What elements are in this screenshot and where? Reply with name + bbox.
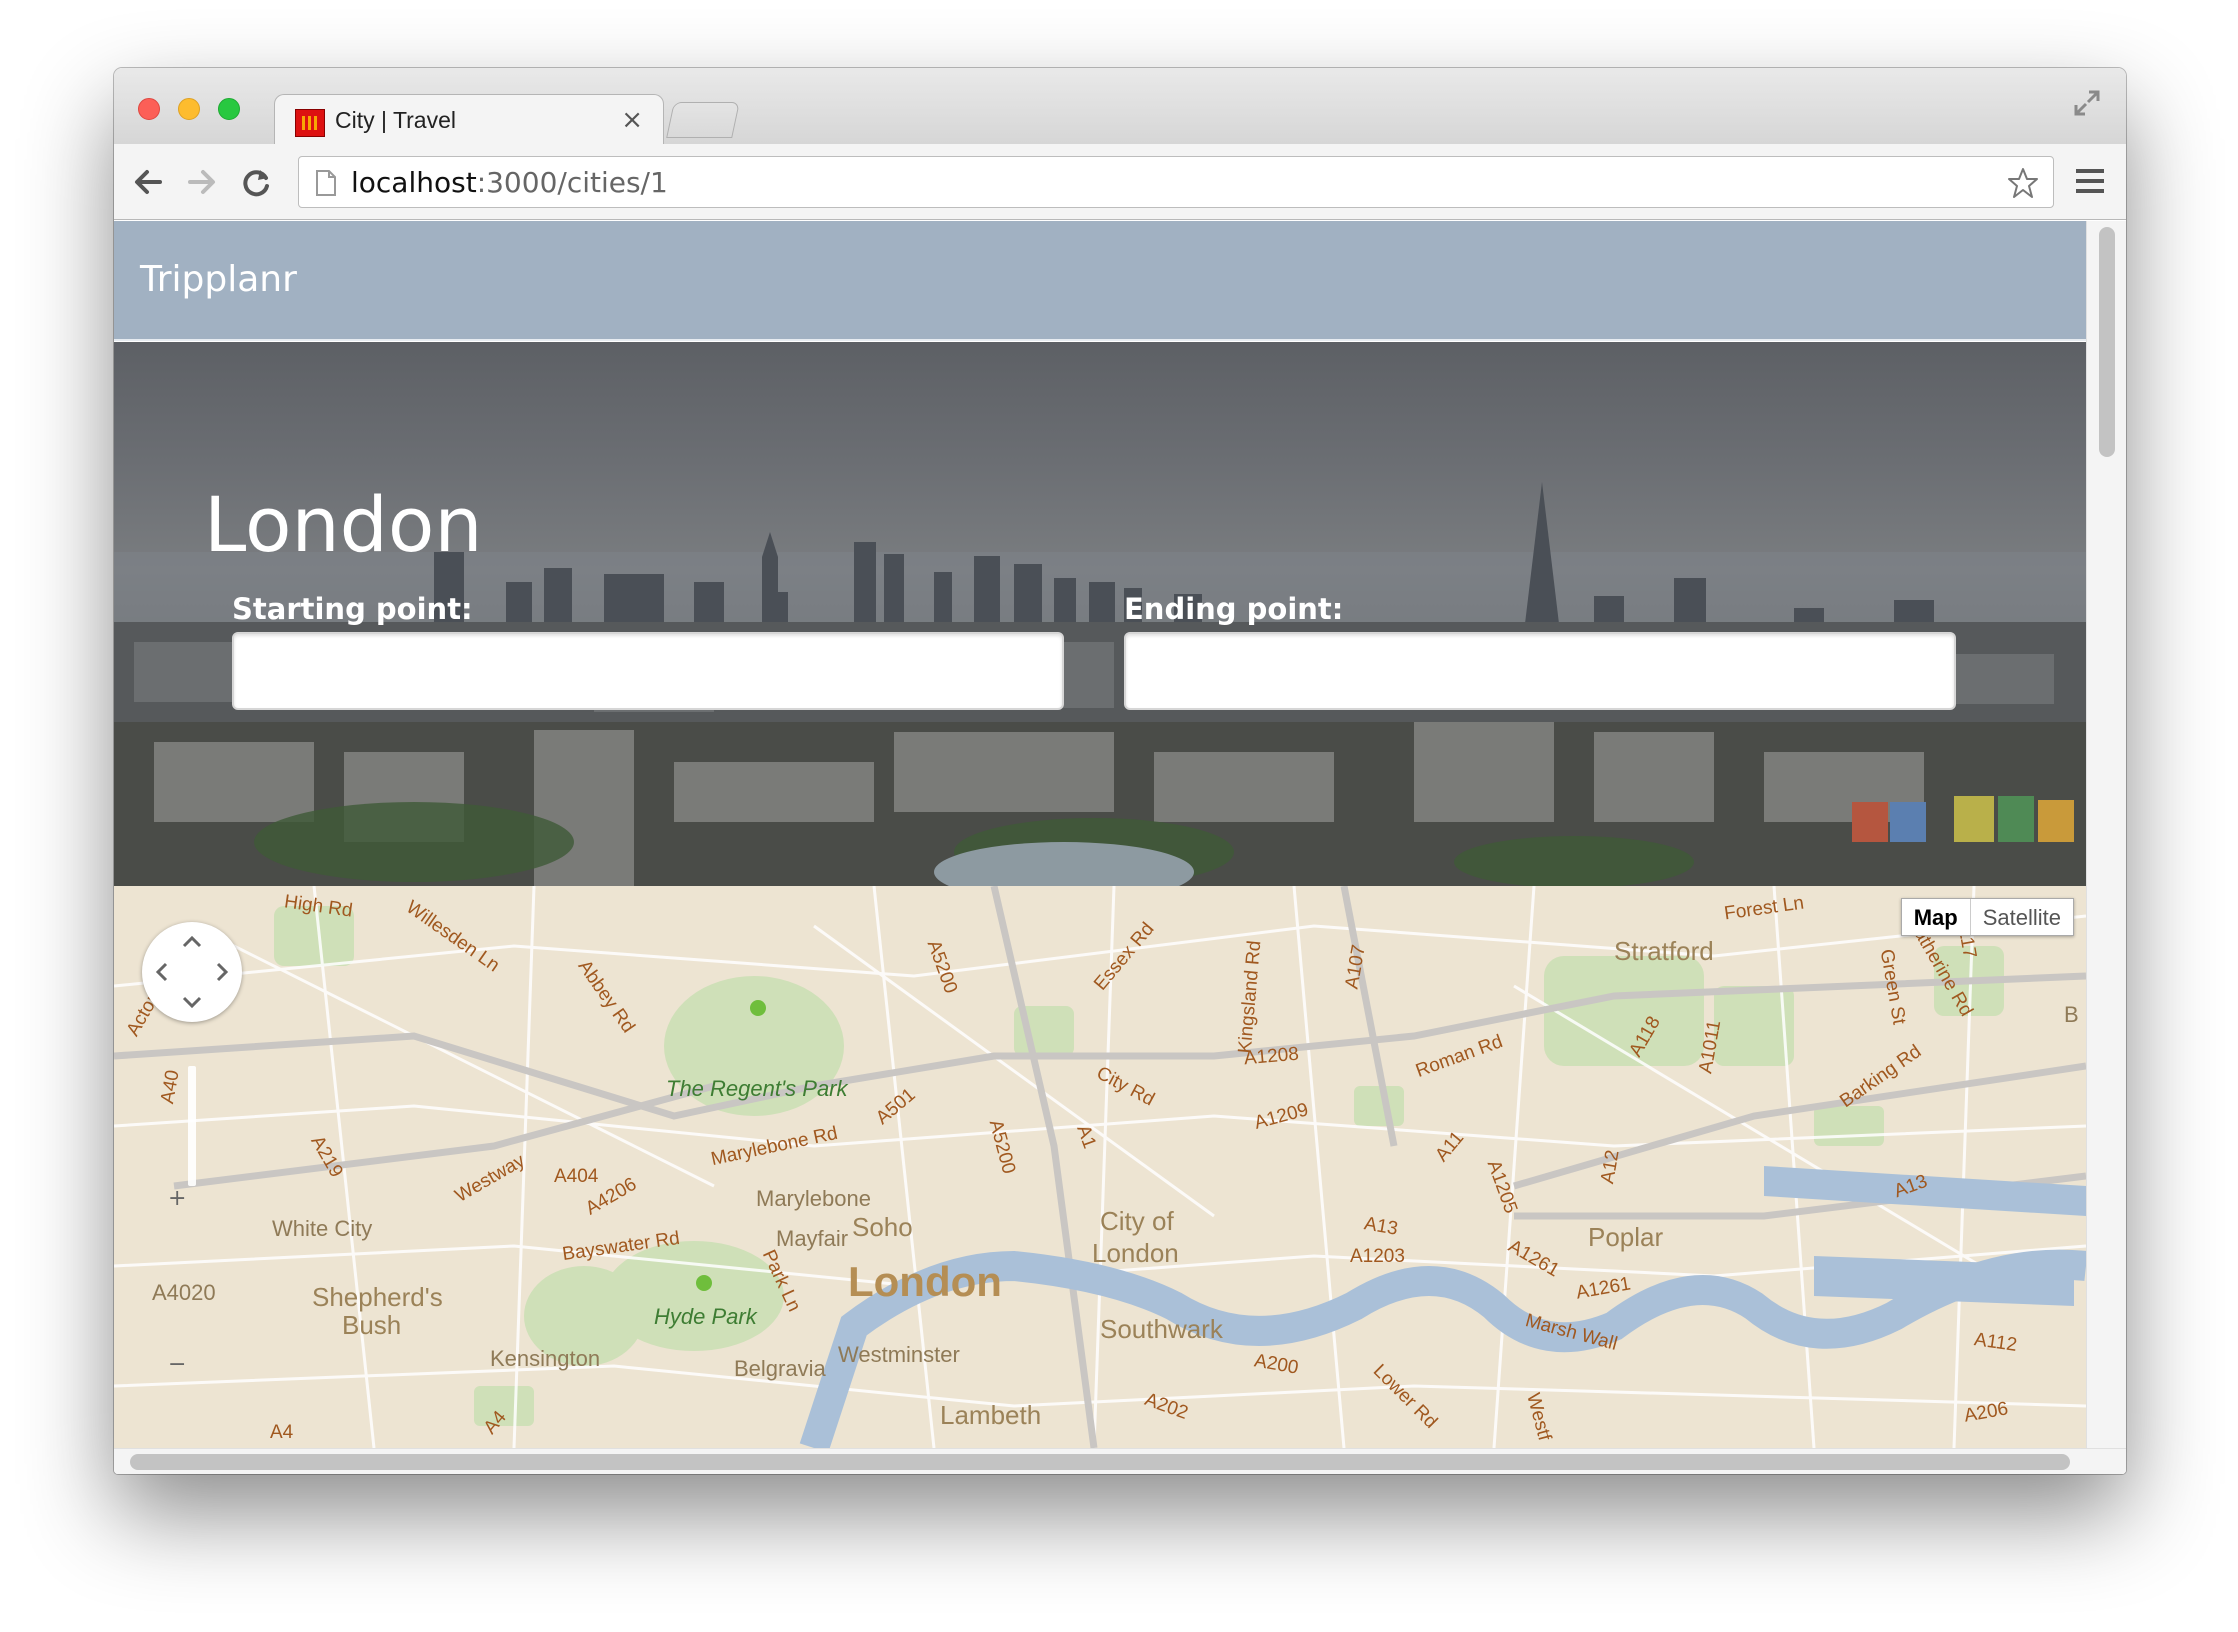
address-bar[interactable]: localhost:3000/cities/1 xyxy=(298,156,2054,208)
minimize-window-button[interactable] xyxy=(178,98,200,120)
page-viewport: Tripplanr London Starting point: Ending … xyxy=(114,221,2126,1474)
map-label: City of xyxy=(1100,1206,1174,1236)
close-window-button[interactable] xyxy=(138,98,160,120)
map-label: Soho xyxy=(852,1212,913,1242)
city-hero: London Starting point: Ending point: xyxy=(114,342,2086,886)
map-label: Westminster xyxy=(838,1342,960,1367)
map-label: Southwark xyxy=(1100,1314,1223,1344)
menu-icon[interactable] xyxy=(2074,166,2106,196)
url-host: localhost xyxy=(351,166,477,199)
pan-control[interactable] xyxy=(142,922,242,1022)
vertical-scrollbar[interactable] xyxy=(2086,221,2126,1474)
ending-point-label: Ending point: xyxy=(1124,592,1344,626)
map-label: A404 xyxy=(554,1166,599,1187)
horizontal-scroll-thumb[interactable] xyxy=(130,1454,2070,1470)
map-label: London xyxy=(1092,1238,1179,1268)
reload-icon[interactable] xyxy=(238,164,274,200)
url-text[interactable]: localhost:3000/cities/1 xyxy=(351,166,668,199)
map-type-map-button[interactable]: Map xyxy=(1902,899,1971,935)
map-type-satellite-button[interactable]: Satellite xyxy=(1971,899,2073,935)
map-label: A4 xyxy=(270,1422,294,1443)
browser-toolbar: localhost:3000/cities/1 xyxy=(114,144,2126,220)
horizontal-scrollbar[interactable] xyxy=(114,1448,2126,1474)
map-label: Belgravia xyxy=(734,1356,826,1381)
brand-logo[interactable]: Tripplanr xyxy=(140,259,297,300)
starting-point-input[interactable] xyxy=(232,632,1064,710)
map-label: Kensington xyxy=(490,1346,601,1371)
map-label: Lambeth xyxy=(940,1400,1042,1430)
back-arrow-icon[interactable] xyxy=(130,164,166,200)
tab-active[interactable]: City | Travel × xyxy=(274,94,664,146)
pan-arrows-icon xyxy=(155,935,229,1009)
map-label: Poplar xyxy=(1588,1222,1664,1252)
zoom-slider[interactable] xyxy=(188,1066,196,1186)
map-label: Stratford xyxy=(1614,936,1714,966)
map-label: A4020 xyxy=(152,1280,216,1305)
route-map[interactable]: High Rd Willesden Ln Abbey Rd A5200 Esse… xyxy=(114,886,2086,1448)
fullscreen-icon[interactable] xyxy=(2072,88,2102,118)
map-label: London xyxy=(848,1258,1002,1305)
vertical-scroll-thumb[interactable] xyxy=(2099,227,2115,457)
favicon-icon xyxy=(295,109,325,137)
starting-point-label: Starting point: xyxy=(232,592,473,626)
zoom-out-button[interactable]: − xyxy=(168,1352,186,1377)
url-path: :3000/cities/1 xyxy=(476,166,668,199)
map-type-control: Map Satellite xyxy=(1900,898,2074,936)
map-label: White City xyxy=(272,1216,373,1241)
zoom-window-button[interactable] xyxy=(218,98,240,120)
new-tab-button[interactable] xyxy=(666,102,740,138)
map-label: Bush xyxy=(342,1310,402,1340)
map-label: Hyde Park xyxy=(654,1304,757,1329)
forward-arrow-icon[interactable] xyxy=(184,164,220,200)
map-label: Shepherd's xyxy=(312,1282,443,1312)
map-label: Marylebone xyxy=(756,1186,871,1211)
city-title: London xyxy=(204,480,483,569)
map-label: The Regent's Park xyxy=(666,1076,848,1101)
title-bar: City | Travel × xyxy=(114,68,2126,146)
map-label: B xyxy=(2064,1002,2079,1027)
tab-title: City | Travel xyxy=(335,107,456,133)
zoom-in-button[interactable]: + xyxy=(168,1186,186,1211)
map-label: A1203 xyxy=(1350,1246,1405,1267)
page-icon xyxy=(316,170,336,196)
bookmark-star-icon[interactable] xyxy=(2007,167,2039,199)
browser-window: City | Travel × localhost:3000/cities/1 xyxy=(114,68,2126,1474)
map-label: Mayfair xyxy=(776,1226,849,1251)
tab-close-icon[interactable]: × xyxy=(621,105,643,135)
ending-point-input[interactable] xyxy=(1124,632,1956,710)
site-navbar: Tripplanr xyxy=(114,221,2086,341)
